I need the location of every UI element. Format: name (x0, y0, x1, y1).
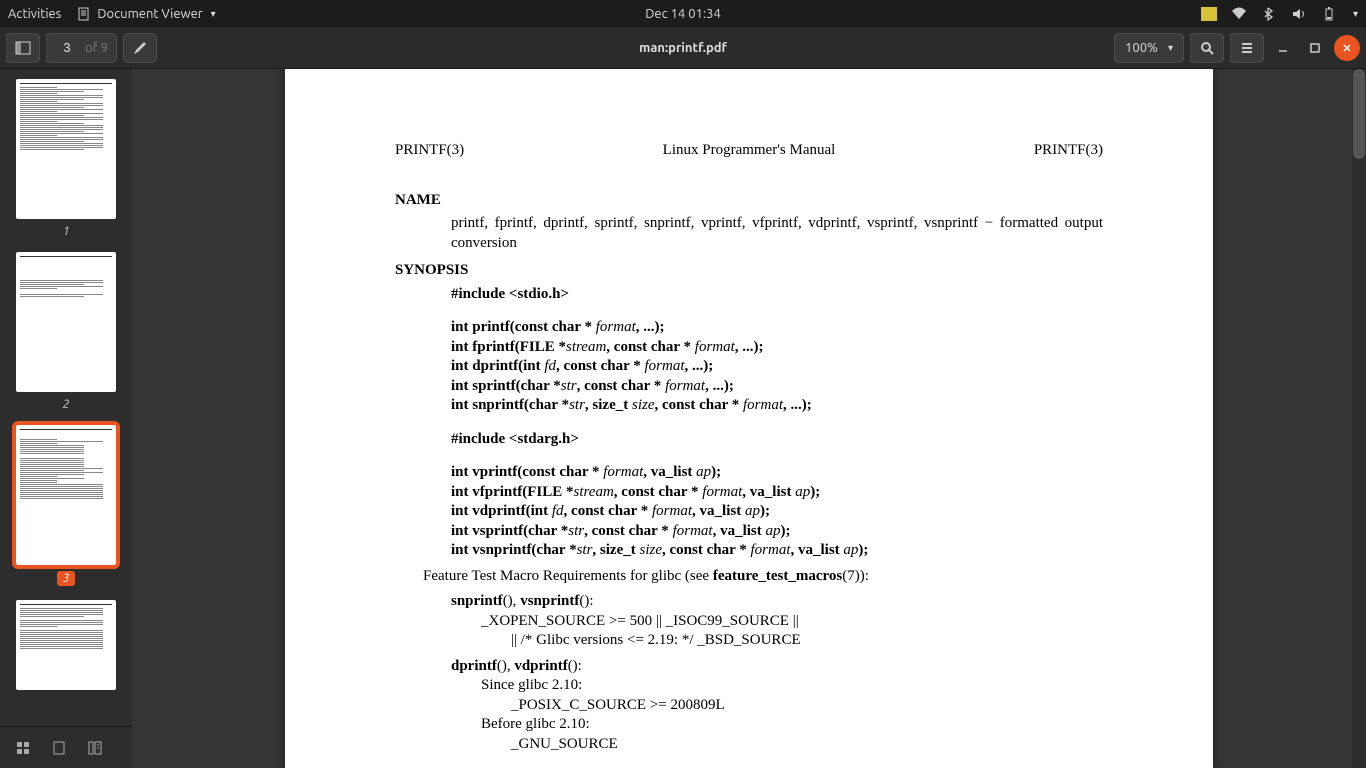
thumbnail-page-2[interactable] (16, 252, 116, 392)
ftm-snprintf-line1: _XOPEN_SOURCE >= 500 || _ISOC99_SOURCE |… (481, 612, 1103, 632)
proto-vfprintf: int vfprintf(FILE *stream, const char * … (451, 483, 1103, 503)
hamburger-menu-button[interactable] (1230, 33, 1264, 63)
proto-fprintf: int fprintf(FILE *stream, const char * f… (451, 338, 1103, 358)
clock[interactable]: Dec 14 01:34 (645, 7, 721, 21)
proto-vdprintf: int vdprintf(int fd, const char * format… (451, 502, 1103, 522)
thumbnail-page-1[interactable] (16, 79, 116, 219)
section-synopsis: SYNOPSIS (395, 261, 1103, 281)
document-viewer-icon (77, 7, 91, 21)
header-left: PRINTF(3) (395, 141, 464, 161)
zoom-value: 100% (1125, 41, 1158, 55)
page-number-input[interactable] (55, 40, 79, 55)
feature-test-macros-line: Feature Test Macro Requirements for glib… (423, 567, 1103, 587)
ftm-snprintf-header: snprintf(), vsnprintf(): (451, 592, 1103, 612)
app-menu[interactable]: Document Viewer ▾ (77, 7, 215, 21)
ftm-dprintf-before: Before glibc 2.10: (481, 715, 1103, 735)
annotate-button[interactable] (123, 33, 157, 63)
thumbnail-item[interactable]: 2 (0, 252, 132, 411)
annotations-view-button[interactable] (80, 734, 110, 762)
zoom-dropdown[interactable]: 100% ▾ (1114, 33, 1184, 63)
header-center: Linux Programmer's Manual (663, 141, 836, 161)
ftm-dprintf-line1: _POSIX_C_SOURCE >= 200809L (511, 696, 1103, 716)
volume-icon[interactable] (1291, 6, 1307, 22)
app-toolbar: of 9 man:printf.pdf 100% ▾ (0, 27, 1366, 69)
page-total-label: of 9 (85, 41, 108, 55)
thumbnail-label: 1 (63, 225, 70, 238)
thumbnail-label: 3 (57, 571, 76, 586)
proto-vsprintf: int vsprintf(char *str, const char * for… (451, 522, 1103, 542)
app-menu-label: Document Viewer (97, 7, 202, 21)
notification-icon[interactable] (1201, 6, 1217, 22)
toolbar-right-group: 100% ▾ (1114, 33, 1360, 63)
thumbnail-page-3[interactable] (16, 425, 116, 565)
chevron-down-icon: ▾ (1168, 42, 1173, 54)
document-title: man:printf.pdf (639, 41, 727, 55)
include-stdio: #include <stdio.h> (451, 285, 1103, 305)
window-close-button[interactable] (1334, 35, 1360, 61)
thumbnail-item[interactable]: 1 (0, 79, 132, 238)
thumbnails-sidebar: 1 2 (0, 69, 132, 768)
proto-printf: int printf(const char * format, ...); (451, 318, 1103, 338)
chevron-down-icon: ▾ (211, 8, 216, 20)
window-minimize-button[interactable] (1270, 35, 1296, 61)
proto-vsnprintf: int vsnprintf(char *str, size_t size, co… (451, 541, 1103, 561)
bluetooth-icon[interactable] (1261, 6, 1277, 22)
thumbnail-page-4[interactable] (16, 600, 116, 690)
thumbnail-label: 2 (63, 398, 70, 411)
thumbnail-item[interactable]: 3 (0, 425, 132, 586)
activities-button[interactable]: Activities (8, 7, 61, 21)
ftm-dprintf-line2: _GNU_SOURCE (511, 735, 1103, 755)
ftm-snprintf-line2: || /* Glibc versions <= 2.19: */ _BSD_SO… (511, 631, 1103, 651)
system-menu-chevron-icon[interactable]: ▾ (1353, 8, 1358, 20)
vertical-scrollbar[interactable] (1352, 69, 1366, 768)
ftm-dprintf-header: dprintf(), vdprintf(): (451, 657, 1103, 677)
sidebar-bottom-toolbar (0, 726, 132, 768)
header-right: PRINTF(3) (1034, 141, 1103, 161)
ftm-dprintf-since: Since glibc 2.10: (481, 676, 1103, 696)
section-name: NAME (395, 191, 1103, 211)
proto-dprintf: int dprintf(int fd, const char * format,… (451, 357, 1103, 377)
document-view[interactable]: PRINTF(3) Linux Programmer's Manual PRIN… (132, 69, 1366, 768)
proto-sprintf: int sprintf(char *str, const char * form… (451, 377, 1103, 397)
main-area: 1 2 (0, 69, 1366, 768)
man-page-header: PRINTF(3) Linux Programmer's Manual PRIN… (395, 141, 1103, 161)
search-button[interactable] (1190, 33, 1224, 63)
include-stdarg: #include <stdarg.h> (451, 430, 1103, 450)
sidebar-toggle-button[interactable] (6, 33, 40, 63)
proto-snprintf: int snprintf(char *str, size_t size, con… (451, 396, 1103, 416)
proto-vprintf: int vprintf(const char * format, va_list… (451, 463, 1103, 483)
thumbnails-list[interactable]: 1 2 (0, 69, 132, 726)
gnome-left-group: Activities Document Viewer ▾ (8, 7, 216, 21)
thumbnails-view-button[interactable] (8, 734, 38, 762)
gnome-right-group: ▾ (1201, 6, 1358, 22)
gnome-top-bar: Activities Document Viewer ▾ Dec 14 01:3… (0, 0, 1366, 27)
wifi-icon[interactable] (1231, 6, 1247, 22)
name-body: printf, fprintf, dprintf, sprintf, snpri… (451, 214, 1103, 253)
thumbnail-item[interactable] (0, 600, 132, 690)
pdf-page: PRINTF(3) Linux Programmer's Manual PRIN… (285, 69, 1213, 768)
battery-icon[interactable] (1321, 6, 1337, 22)
scrollbar-thumb[interactable] (1353, 69, 1365, 159)
window-maximize-button[interactable] (1302, 35, 1328, 61)
outline-view-button[interactable] (44, 734, 74, 762)
page-selector[interactable]: of 9 (46, 33, 117, 63)
